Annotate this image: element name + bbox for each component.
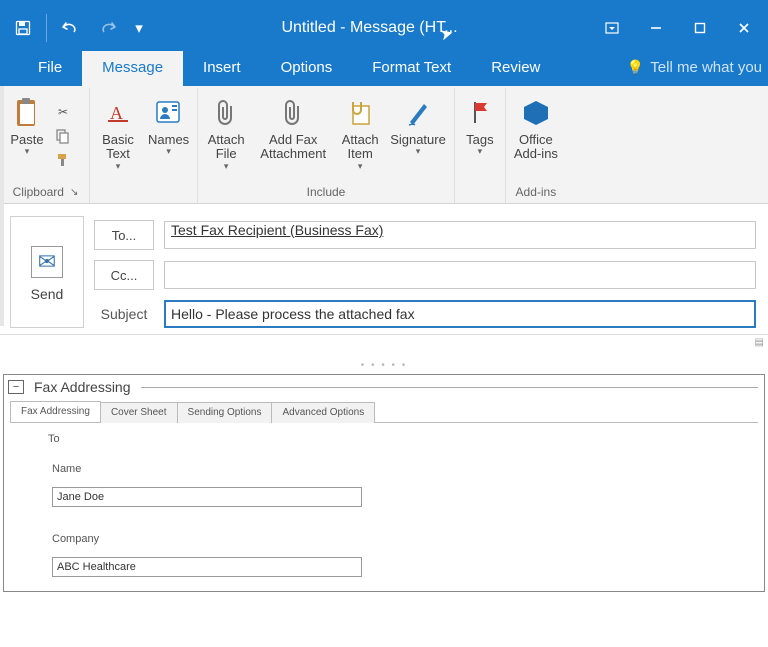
cc-button[interactable]: Cc... <box>94 260 154 290</box>
ribbon: Paste ▾ ✂ Clipboard ↘ A Basic Text ▾ <box>0 86 768 204</box>
group-label-addins: Add-ins <box>510 181 562 203</box>
fax-name-input[interactable] <box>52 487 362 507</box>
chevron-down-icon: ▾ <box>416 146 421 157</box>
chevron-down-icon: ▾ <box>116 161 121 172</box>
fax-company-input[interactable] <box>52 557 362 577</box>
window-controls <box>592 8 764 42</box>
copy-icon[interactable] <box>54 127 72 145</box>
fax-tab-cover-sheet[interactable]: Cover Sheet <box>100 402 178 423</box>
fax-name-label: Name <box>52 463 754 475</box>
close-button[interactable] <box>724 14 764 42</box>
fax-company-label: Company <box>52 533 754 545</box>
clipboard-icon <box>10 95 44 129</box>
font-icon: A <box>101 95 135 129</box>
message-body[interactable]: ▤ <box>0 334 768 360</box>
body-options-icon[interactable]: ▤ <box>755 337 764 348</box>
window-title: Untitled - Message (HT... <box>147 13 592 37</box>
fax-panel-title: Fax Addressing <box>34 379 131 395</box>
basic-text-button[interactable]: A Basic Text ▾ <box>94 91 142 181</box>
group-addins: Office Add-ins Add-ins <box>506 88 566 203</box>
ribbon-display-icon[interactable] <box>592 14 632 42</box>
to-field[interactable]: Test Fax Recipient (Business Fax) <box>164 221 756 249</box>
chevron-down-icon: ▾ <box>358 161 363 172</box>
resize-grip-icon[interactable]: • • • • • <box>0 360 768 370</box>
paste-button[interactable]: Paste ▾ <box>6 91 48 181</box>
paperclip-icon <box>276 95 310 129</box>
add-fax-attachment-button[interactable]: Add Fax Attachment <box>252 91 334 181</box>
fax-addressing-panel: − Fax Addressing Fax Addressing Cover Sh… <box>3 374 765 592</box>
tab-insert[interactable]: Insert <box>183 51 261 86</box>
redo-icon[interactable] <box>93 14 123 42</box>
compose-header: ✉ Send To... Test Fax Recipient (Busines… <box>0 204 768 334</box>
addins-icon <box>519 95 553 129</box>
fax-tab-advanced-options[interactable]: Advanced Options <box>271 402 375 423</box>
chevron-down-icon: ▾ <box>25 146 30 157</box>
lightbulb-icon: 💡 <box>627 59 644 76</box>
cc-field[interactable] <box>164 261 756 289</box>
tell-me-label: Tell me what you <box>650 59 762 76</box>
collapse-toggle[interactable]: − <box>8 380 24 394</box>
attach-file-button[interactable]: Attach File ▾ <box>202 91 250 181</box>
flag-icon <box>463 95 497 129</box>
minimize-button[interactable] <box>636 14 676 42</box>
fax-tabs: Fax Addressing Cover Sheet Sending Optio… <box>10 401 758 423</box>
group-label-clipboard: Clipboard <box>13 185 64 199</box>
paperclip-icon <box>209 95 243 129</box>
group-tags: Tags ▾ <box>455 88 506 203</box>
quick-access-toolbar: ▾ <box>8 8 147 42</box>
subject-label: Subject <box>94 306 154 322</box>
tab-options[interactable]: Options <box>261 51 353 86</box>
names-button[interactable]: Names ▾ <box>144 91 193 181</box>
ribbon-tabs: File Message Insert Options Format Text … <box>0 50 768 86</box>
tab-review[interactable]: Review <box>471 51 560 86</box>
send-button[interactable]: ✉ Send <box>10 216 84 328</box>
office-addins-button[interactable]: Office Add-ins <box>510 91 562 181</box>
chevron-down-icon: ▾ <box>166 146 171 157</box>
pen-icon <box>401 95 435 129</box>
group-basic-text: A Basic Text ▾ Names ▾ <box>90 88 198 203</box>
chevron-down-icon: ▾ <box>478 146 483 157</box>
send-label: Send <box>31 286 64 302</box>
group-label-include: Include <box>202 181 450 203</box>
tab-format-text[interactable]: Format Text <box>352 51 471 86</box>
format-painter-icon[interactable] <box>54 151 72 169</box>
envelope-icon: ✉ <box>31 246 63 278</box>
tab-message[interactable]: Message <box>82 51 183 86</box>
title-bar: ▾ Untitled - Message (HT... ➤ <box>0 0 768 50</box>
tab-file[interactable]: File <box>18 51 82 86</box>
signature-button[interactable]: Signature ▾ <box>386 91 450 181</box>
cut-icon[interactable]: ✂ <box>54 103 72 121</box>
attach-item-icon <box>343 95 377 129</box>
subject-field[interactable] <box>164 300 756 328</box>
to-button[interactable]: To... <box>94 220 154 250</box>
undo-icon[interactable] <box>55 14 85 42</box>
attach-item-button[interactable]: Attach Item ▾ <box>336 91 384 181</box>
group-include: Attach File ▾ Add Fax Attachment Attach … <box>198 88 455 203</box>
fax-tab-addressing[interactable]: Fax Addressing <box>10 401 101 422</box>
save-icon[interactable] <box>8 14 38 42</box>
chevron-down-icon: ▾ <box>224 161 229 172</box>
group-clipboard: Paste ▾ ✂ Clipboard ↘ <box>2 88 90 203</box>
maximize-button[interactable] <box>680 14 720 42</box>
fax-to-label: To <box>48 433 754 445</box>
tell-me-search[interactable]: 💡 Tell me what you <box>619 51 768 86</box>
fax-tab-sending-options[interactable]: Sending Options <box>177 402 273 423</box>
addressbook-icon <box>152 95 186 129</box>
tags-button[interactable]: Tags ▾ <box>459 91 501 181</box>
dialog-launcher-icon[interactable]: ↘ <box>70 187 78 198</box>
qat-more-icon[interactable]: ▾ <box>131 14 147 42</box>
